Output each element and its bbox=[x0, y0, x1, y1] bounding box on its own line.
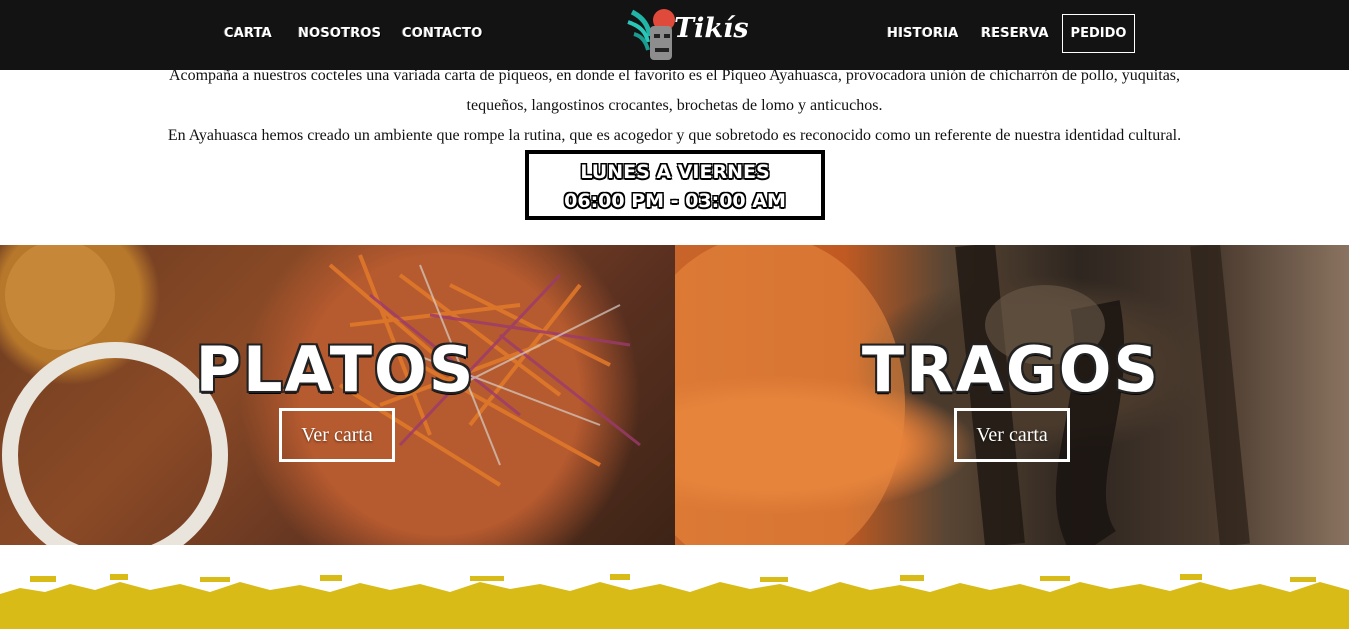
platos-panel: PLATOS Ver carta bbox=[0, 245, 675, 545]
yellow-brush-divider bbox=[0, 574, 1349, 629]
tragos-ver-carta-button[interactable]: Ver carta bbox=[954, 408, 1070, 462]
opening-hours-box: LUNES A VIERNES 06:00 PM - 03:00 AM bbox=[525, 150, 825, 220]
tragos-panel: TRAGOS Ver carta bbox=[675, 245, 1349, 545]
site-header: CARTA NOSOTROS CONTACTO Tikís HISTORIA R… bbox=[0, 0, 1349, 70]
hours-days: LUNES A VIERNES bbox=[580, 161, 770, 183]
intro-line-2: tequeños, langostinos crocantes, brochet… bbox=[466, 97, 883, 114]
nav-carta[interactable]: CARTA bbox=[224, 26, 272, 41]
nav-contacto[interactable]: CONTACTO bbox=[402, 26, 482, 41]
nav-nosotros[interactable]: NOSOTROS bbox=[298, 26, 381, 41]
nav-reserva[interactable]: RESERVA bbox=[981, 26, 1049, 41]
tragos-title: TRAGOS bbox=[861, 333, 1161, 406]
logo-wordmark: Tikís bbox=[674, 13, 749, 44]
intro-line-3: En Ayahuasca hemos creado un ambiente qu… bbox=[167, 127, 1182, 144]
platos-title: PLATOS bbox=[195, 333, 476, 406]
platos-ver-carta-button[interactable]: Ver carta bbox=[279, 408, 395, 462]
nav-historia[interactable]: HISTORIA bbox=[887, 26, 959, 41]
hours-time: 06:00 PM - 03:00 AM bbox=[564, 190, 786, 212]
intro-text: Acompaña a nuestros cocteles una variada… bbox=[0, 61, 1349, 151]
pedido-button[interactable]: PEDIDO bbox=[1062, 14, 1135, 53]
